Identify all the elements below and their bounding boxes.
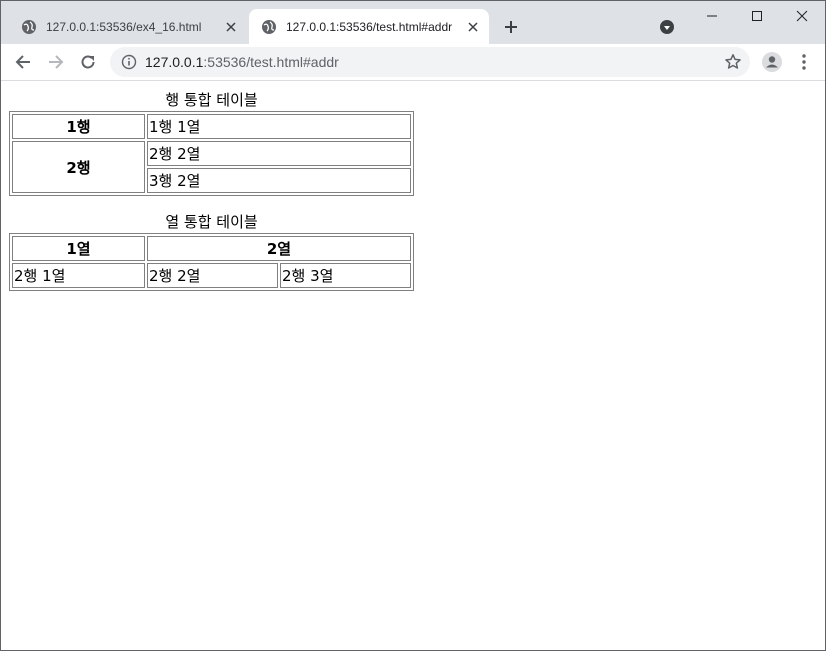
globe-icon xyxy=(22,19,36,34)
table-row: 2행 2행 2열 xyxy=(12,141,411,193)
table2-caption: 열 통합 테이블 xyxy=(165,213,258,231)
row-header: 2행 xyxy=(12,141,145,193)
forward-icon[interactable] xyxy=(42,48,70,76)
tab-search-icon[interactable] xyxy=(657,17,677,37)
table-cell: 3행 2열 xyxy=(147,168,411,193)
table1-caption: 행 통합 테이블 xyxy=(165,91,258,109)
row-header: 1행 xyxy=(12,114,145,139)
url-text: 127.0.0.1:53536/test.html#addr xyxy=(145,54,339,70)
tab-ex4-16[interactable]: 127.0.0.1:53536/ex4_16.html xyxy=(9,9,247,44)
table-cell: 1행 1열 xyxy=(147,114,411,139)
url-host: 127.0.0.1 xyxy=(145,54,204,70)
globe-icon xyxy=(262,19,276,34)
maximize-icon[interactable] xyxy=(734,1,780,31)
table-cell: 2행 1열 xyxy=(12,263,145,288)
page-content: 행 통합 테이블 1행 1행 1열 2행 2행 2열 3행 2열 열 통합 테이… xyxy=(1,82,825,651)
plus-icon[interactable] xyxy=(499,15,523,39)
tab-title: 127.0.0.1:53536/ex4_16.html xyxy=(46,19,202,34)
back-icon[interactable] xyxy=(9,48,37,76)
table-row: 1열 2열 xyxy=(12,236,411,261)
info-icon[interactable] xyxy=(121,54,137,70)
close-icon[interactable] xyxy=(219,15,243,39)
table-row: 1행 1행 1열 xyxy=(12,114,411,139)
reload-icon[interactable] xyxy=(74,48,102,76)
column-header: 1열 xyxy=(12,236,145,261)
table-cell: 2행 3열 xyxy=(280,263,411,288)
address-bar[interactable]: 127.0.0.1:53536/test.html#addr xyxy=(110,47,750,77)
column-header: 2열 xyxy=(147,236,411,261)
column-merge-table: 1열 2열 2행 1열 2행 2열 2행 3열 xyxy=(9,233,414,291)
minimize-icon[interactable] xyxy=(689,1,735,31)
star-icon[interactable] xyxy=(724,53,742,71)
table-cell: 2행 2열 xyxy=(147,141,411,166)
url-path: :53536/test.html#addr xyxy=(203,54,339,70)
close-icon[interactable] xyxy=(461,15,485,39)
row-merge-table: 1행 1행 1열 2행 2행 2열 3행 2열 xyxy=(9,111,414,196)
tab-title: 127.0.0.1:53536/test.html#addr xyxy=(286,19,453,34)
tab-strip: 127.0.0.1:53536/ex4_16.html 127.0.0.1:53… xyxy=(1,1,825,44)
more-icon[interactable] xyxy=(792,49,816,75)
profile-icon[interactable] xyxy=(759,49,785,75)
tab-test-html[interactable]: 127.0.0.1:53536/test.html#addr xyxy=(249,9,489,44)
toolbar: 127.0.0.1:53536/test.html#addr xyxy=(1,44,825,81)
browser-window: 127.0.0.1:53536/ex4_16.html 127.0.0.1:53… xyxy=(0,0,826,651)
window-close-icon[interactable] xyxy=(779,1,825,31)
table-row: 2행 1열 2행 2열 2행 3열 xyxy=(12,263,411,288)
table-cell: 2행 2열 xyxy=(147,263,278,288)
